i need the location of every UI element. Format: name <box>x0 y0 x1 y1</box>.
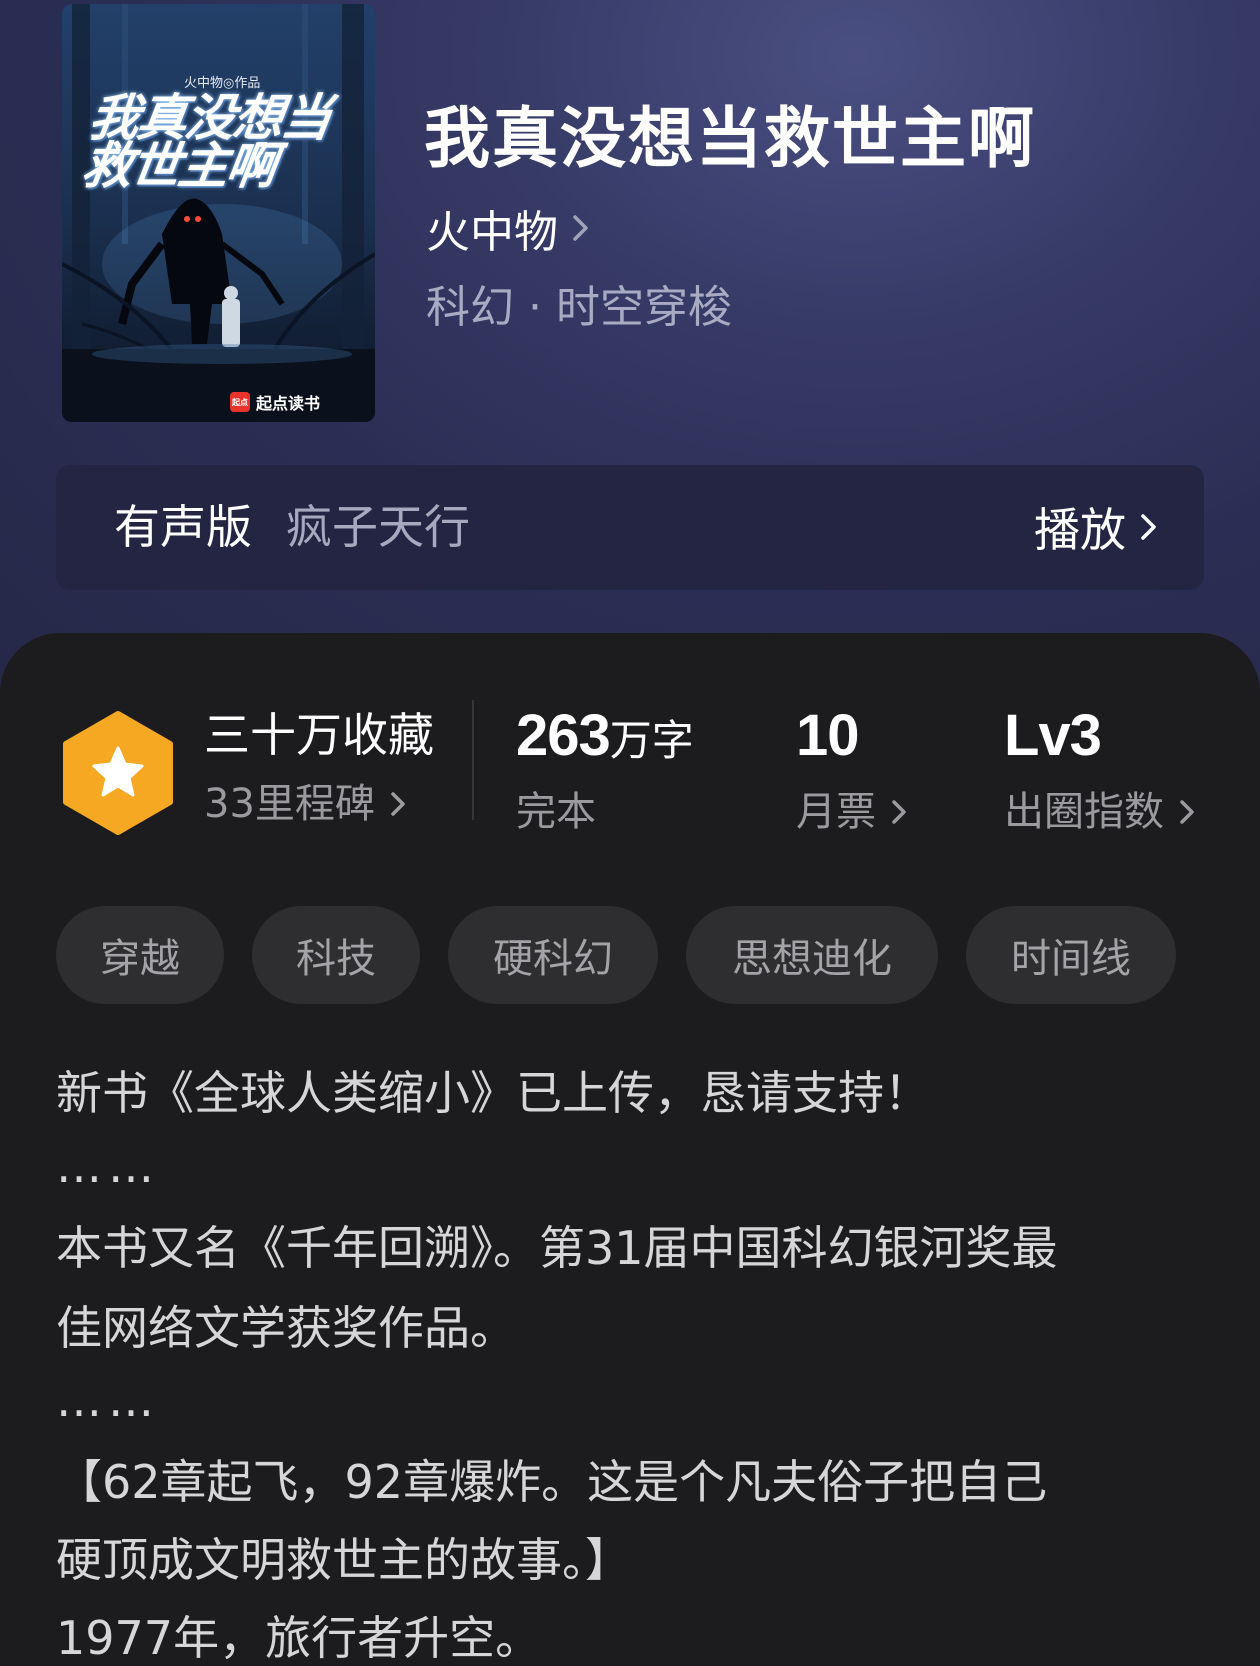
chevron-right-icon <box>391 792 405 816</box>
play-button[interactable]: 播放 <box>1034 493 1160 561</box>
book-status-label: 完本 <box>516 789 596 835</box>
chevron-right-icon <box>1180 800 1194 824</box>
author-name: 火中物 <box>426 207 558 258</box>
book-title: 我真没想当救世主啊 <box>424 99 1036 177</box>
tag-chip[interactable]: 时间线 <box>966 906 1176 1004</box>
description-separator: …… <box>56 1373 160 1427</box>
description-line: 新书《全球人类缩小》已上传，恳请支持！ <box>56 1066 930 1120</box>
monthly-votes-label: 月票 <box>796 789 876 835</box>
book-category: 科幻 · 时空穿梭 <box>426 282 732 333</box>
milestones-label: 33里程碑 <box>204 781 375 827</box>
cover-title-line2: 救世主啊 <box>78 136 279 195</box>
cover-publisher: 起点 起点读书 <box>230 391 320 413</box>
chevron-right-icon <box>1141 514 1156 540</box>
author-link[interactable]: 火中物 <box>426 198 592 258</box>
level-label: 出圈指数 <box>1004 789 1164 835</box>
monthly-votes-value: 10 <box>796 703 860 768</box>
word-count-unit: 万字 <box>609 716 694 765</box>
audio-narrator: 疯子天行 <box>286 500 470 554</box>
description-line: 硬顶成文明救世主的故事。】 <box>56 1533 631 1587</box>
word-count-value: 263 <box>516 703 611 768</box>
milestones-link[interactable]: 33里程碑 <box>204 776 407 832</box>
tag-chip[interactable]: 穿越 <box>56 906 224 1004</box>
publisher-logo-icon: 起点 <box>230 392 250 412</box>
chevron-right-icon <box>892 800 906 824</box>
description-line: 【62章起飞，92章爆炸。这是个凡夫俗子把自己 <box>56 1455 1048 1509</box>
level-value: Lv3 <box>1004 703 1102 768</box>
audio-label: 有声版 <box>114 500 252 554</box>
cover-title-line1: 我真没想当 <box>85 88 334 147</box>
description-separator: …… <box>56 1139 160 1193</box>
level-link[interactable]: 出圈指数 <box>1004 784 1196 840</box>
description-line: 佳网络文学获奖作品。 <box>56 1301 516 1355</box>
audio-version-bar[interactable]: 有声版 疯子天行 播放 <box>56 465 1204 590</box>
word-count: 263万字 <box>516 704 694 773</box>
star-badge-icon <box>63 711 173 835</box>
play-label: 播放 <box>1034 503 1126 557</box>
cover-title: 我真没想当 救世主啊 <box>78 88 362 195</box>
cover-publisher-name: 起点读书 <box>256 394 321 413</box>
book-status: 完本 <box>516 784 596 840</box>
tag-chip[interactable]: 思想迪化 <box>686 906 938 1004</box>
description-line: 本书又名《千年回溯》。第31届中国科幻银河奖最 <box>56 1221 1058 1275</box>
collection-title: 三十万收藏 <box>204 708 434 762</box>
stats-divider <box>472 700 474 820</box>
book-detail-page: 火中物◎作品 我真没想当 救世主啊 起点 起点读书 我真没想当救世主啊 火中物 … <box>0 0 1260 1666</box>
chevron-right-icon <box>573 215 588 241</box>
description-line: 1977年，旅行者升空。 <box>56 1611 542 1665</box>
tag-chip[interactable]: 科技 <box>252 906 420 1004</box>
monthly-votes-link[interactable]: 月票 <box>796 784 908 840</box>
tag-chip[interactable]: 硬科幻 <box>448 906 658 1004</box>
book-cover[interactable]: 火中物◎作品 我真没想当 救世主啊 起点 起点读书 <box>62 4 375 422</box>
cover-artwork <box>62 4 375 422</box>
